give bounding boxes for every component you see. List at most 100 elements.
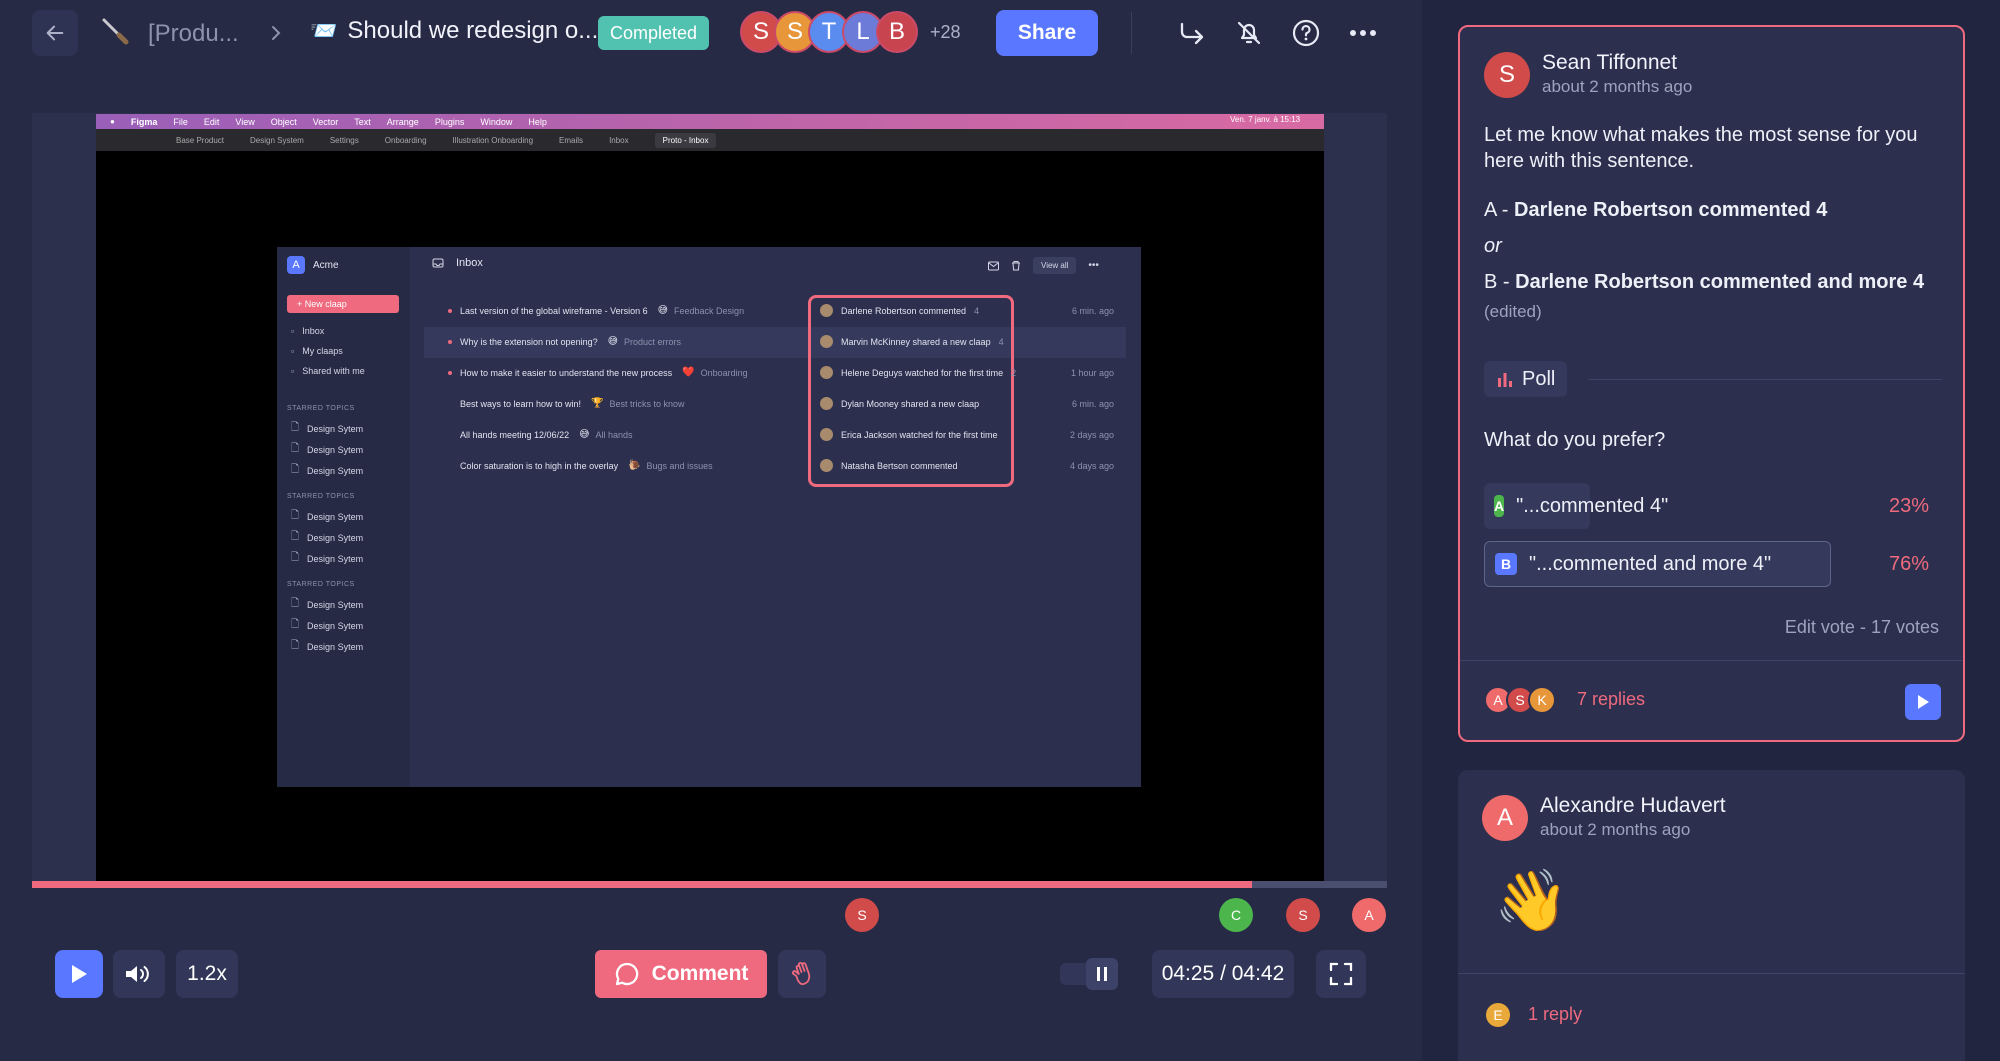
app-nav-item: ▫ My claaps	[291, 341, 365, 361]
mute-notifications-button[interactable]	[1226, 10, 1272, 56]
play-comment-button[interactable]	[1905, 684, 1941, 720]
file-icon: 🗋	[291, 640, 300, 651]
starred-item-label: Design Sytem	[307, 444, 364, 455]
back-button[interactable]	[32, 10, 78, 56]
divider	[1458, 973, 1965, 974]
unread-dot	[448, 402, 452, 406]
starred-item: 🗋 Design Sytem	[287, 548, 363, 569]
edit-vote-link[interactable]: Edit vote - 17 votes	[1785, 617, 1939, 638]
activity-text: Dylan Mooney shared a new claap	[841, 398, 980, 409]
bar-chart-icon	[1496, 370, 1514, 388]
volume-button[interactable]	[113, 950, 165, 998]
poll-option-a-percent: 23%	[1888, 495, 1929, 517]
playback-speed-button[interactable]: 1.2x	[176, 950, 238, 998]
inbox-rows: Last version of the global wireframe - V…	[438, 295, 1138, 481]
inbox-row-topic: Feedback Design	[674, 305, 745, 316]
file-icon: 🗋	[291, 464, 300, 475]
inbox-row-emoji: 🏆	[591, 398, 604, 409]
activity-row: Marvin McKinney shared a new claap 4	[820, 326, 1016, 357]
starred-item-label: Design Sytem	[307, 532, 364, 543]
option-b-prefix: B -	[1484, 271, 1516, 293]
workspace-name: Acme	[313, 259, 339, 271]
mac-menu-item: Vector	[312, 116, 339, 127]
poll-option-b[interactable]: B "...commented and more 4"	[1484, 541, 1831, 587]
poll-option-a[interactable]: A "...commented 4"	[1484, 483, 1668, 529]
comment-author[interactable]: Sean Tiffonnet	[1542, 51, 1677, 75]
comment-marker[interactable]: A	[1352, 898, 1386, 932]
starred-item: 🗋 Design Sytem	[287, 636, 363, 657]
mac-menu-item: Window	[480, 116, 513, 127]
reply-avatar: K	[1528, 686, 1556, 714]
file-icon: 🗋	[291, 443, 300, 454]
wave-reaction-button[interactable]	[778, 950, 826, 998]
figma-tab: Illustration Onboarding	[452, 135, 534, 145]
comment-marker[interactable]: S	[1286, 898, 1320, 932]
activity-text: Marvin McKinney shared a new claap	[841, 336, 991, 347]
activity-row: Erica Jackson watched for the first time	[820, 419, 1016, 450]
divider	[1588, 379, 1942, 380]
comment-author[interactable]: Alexandre Hudavert	[1540, 794, 1726, 818]
inbox-actions: View all •••	[988, 257, 1099, 274]
forward-button[interactable]	[1168, 10, 1214, 56]
status-badge: Completed	[598, 16, 710, 50]
mac-menu-item: Figma	[130, 116, 158, 127]
share-button[interactable]: Share	[996, 10, 1098, 56]
poll-option-a-text: "...commented 4"	[1516, 494, 1669, 517]
more-button[interactable]	[1340, 10, 1386, 56]
participants-avatars[interactable]: SSTLB	[740, 11, 918, 53]
comment-card-poll[interactable]: S Sean Tiffonnet about 2 months ago Let …	[1458, 25, 1965, 742]
activity-avatar	[820, 304, 833, 317]
comment-card-wave[interactable]: A Alexandre Hudavert about 2 months ago …	[1458, 770, 1965, 1061]
chevron-right-icon	[268, 24, 284, 42]
play-icon	[69, 963, 89, 985]
comment-marker[interactable]: C	[1219, 898, 1253, 932]
participants-more-count[interactable]: +28	[930, 22, 961, 43]
fullscreen-button[interactable]	[1316, 950, 1366, 998]
time-display: 04:25 / 04:42	[1152, 950, 1294, 998]
replies-link[interactable]: 1 reply	[1528, 1004, 1582, 1025]
poll-option-b-percent: 76%	[1888, 553, 1929, 575]
mac-menu-item: View	[235, 116, 255, 127]
unread-dot	[448, 308, 452, 313]
avatar[interactable]: S	[1484, 52, 1530, 98]
edited-label: (edited)	[1484, 302, 1542, 321]
comment-marker[interactable]: S	[845, 898, 879, 932]
poll-chip: Poll	[1484, 361, 1568, 397]
app-sidebar-nav: ▫ Inbox ▫ My claaps ▫ Shared with me	[291, 321, 365, 381]
or-text: or	[1484, 235, 1502, 257]
wave-emoji: 👋	[1494, 867, 1569, 934]
reply-avatars: ASK	[1484, 686, 1556, 714]
playback-toggle[interactable]	[1060, 958, 1118, 990]
workspace-logo: A	[287, 256, 305, 274]
activity-avatar	[820, 428, 833, 441]
mac-menu-item: Plugins	[434, 116, 465, 127]
inbox-row-topic: All hands	[595, 429, 633, 440]
figma-tab: Onboarding	[384, 135, 427, 145]
participant-avatar[interactable]: B	[876, 11, 918, 53]
breadcrumb-project[interactable]: [Produ...	[148, 20, 239, 48]
inbox-row-time: 4 days ago	[1069, 460, 1114, 471]
inbox-row: Color saturation is to high in the overl…	[438, 450, 1138, 481]
comment-button[interactable]: Comment	[595, 950, 767, 998]
replies-link[interactable]: 7 replies	[1577, 689, 1645, 710]
activity-row: Dylan Mooney shared a new claap	[820, 388, 1016, 419]
app-nav-item: ▫ Shared with me	[291, 361, 365, 381]
inbox-row-emoji: 😅	[607, 336, 619, 347]
avatar[interactable]: A	[1482, 795, 1528, 841]
option-b-text: Darlene Robertson commented and more 4	[1515, 271, 1925, 293]
file-icon: 🗋	[291, 422, 300, 433]
option-b-line: B - Darlene Robertson commented and more…	[1484, 269, 1924, 295]
activity-count: 4	[998, 336, 1004, 347]
help-button[interactable]	[1283, 10, 1329, 56]
divider	[1460, 660, 1962, 661]
starred-item-label: Design Sytem	[307, 511, 364, 522]
comment-time: about 2 months ago	[1540, 820, 1691, 839]
inbox-row-topic: Onboarding	[700, 367, 748, 378]
paintbrush-icon	[98, 14, 132, 48]
unread-dot	[448, 339, 452, 344]
section-heading: STARRED TOPICS	[287, 493, 355, 500]
play-button[interactable]	[55, 950, 103, 998]
starred-item-label: Design Sytem	[307, 599, 364, 610]
file-icon: 🗋	[291, 531, 300, 542]
file-icon: 🗋	[291, 598, 300, 609]
